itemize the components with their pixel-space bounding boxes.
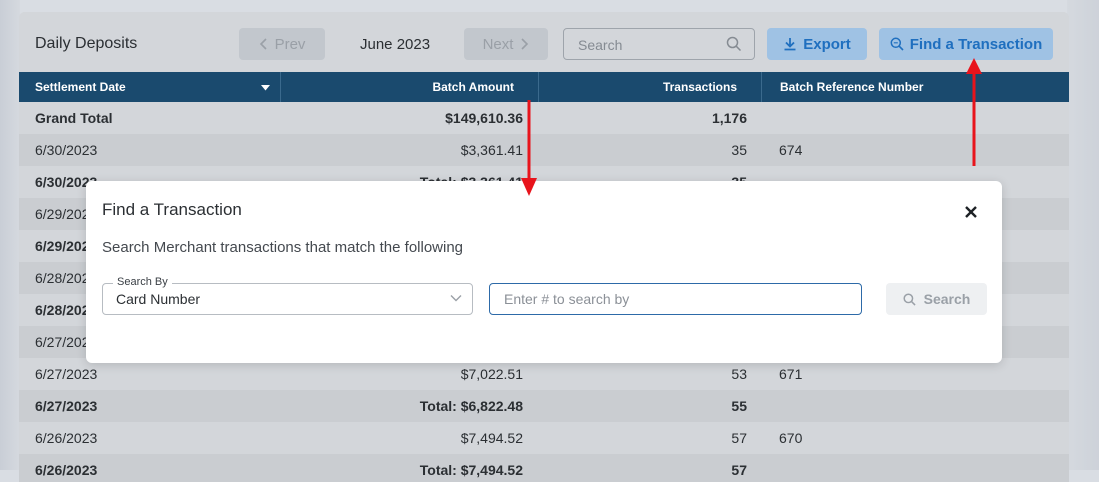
table-total-row: 6/26/2023 Total: $7,494.52 57 bbox=[19, 454, 1069, 482]
close-icon[interactable] bbox=[960, 201, 982, 223]
cell-amount: Total: $7,494.52 bbox=[419, 462, 523, 478]
prev-button[interactable]: Prev bbox=[239, 28, 325, 60]
cell-date: 6/30/2023 bbox=[35, 142, 98, 158]
search-input[interactable] bbox=[576, 35, 720, 55]
search-by-label: Search By bbox=[113, 276, 172, 288]
table-header: Settlement Date Batch Amount Transaction… bbox=[19, 72, 1069, 102]
transaction-number-input[interactable] bbox=[489, 283, 862, 315]
background-right bbox=[1067, 0, 1099, 470]
annotation-arrow-down-icon bbox=[521, 100, 537, 196]
next-label: Next bbox=[482, 35, 514, 53]
background-left bbox=[0, 0, 20, 470]
annotation-arrow-up-icon bbox=[966, 58, 982, 166]
cell-reference: 670 bbox=[779, 430, 803, 446]
dialog-search-button[interactable]: Search bbox=[886, 283, 987, 315]
sort-down-icon[interactable] bbox=[261, 85, 270, 91]
next-button[interactable]: Next bbox=[464, 28, 548, 60]
page-title: Daily Deposits bbox=[35, 35, 138, 52]
cell-amount: $3,361.41 bbox=[460, 142, 523, 158]
search-icon bbox=[903, 292, 916, 306]
dialog-search-label: Search bbox=[923, 291, 971, 307]
chevron-down-icon bbox=[450, 295, 462, 302]
cell-transactions: 57 bbox=[731, 430, 747, 446]
download-icon bbox=[784, 38, 796, 51]
cell-reference: 674 bbox=[779, 142, 803, 158]
grand-total-label: Grand Total bbox=[35, 110, 113, 126]
grand-total-transactions: 1,176 bbox=[711, 110, 747, 126]
chevron-left-icon bbox=[259, 38, 267, 50]
column-header-settlement-date[interactable]: Settlement Date bbox=[19, 72, 281, 102]
prev-label: Prev bbox=[274, 35, 306, 53]
table-total-row: 6/27/2023 Total: $6,822.48 55 bbox=[19, 390, 1069, 422]
column-header-batch-reference[interactable]: Batch Reference Number bbox=[762, 72, 1069, 102]
toolbar: Daily Deposits Prev June 2023 Next Expor… bbox=[19, 12, 1069, 72]
column-header-transactions[interactable]: Transactions bbox=[539, 72, 762, 102]
chevron-right-icon bbox=[521, 38, 529, 50]
cell-date: 6/27/2023 bbox=[35, 366, 98, 382]
column-header-label: Settlement Date bbox=[35, 80, 126, 94]
cell-transactions: 55 bbox=[731, 398, 747, 414]
cell-amount: Total: $6,822.48 bbox=[419, 398, 523, 414]
dialog-title: Find a Transaction bbox=[102, 200, 242, 219]
table-row: 6/30/2023 $3,361.41 35 674 bbox=[19, 134, 1069, 166]
export-button[interactable]: Export bbox=[767, 28, 867, 60]
cell-date: 6/27/2023 bbox=[35, 398, 98, 414]
column-header-batch-amount[interactable]: Batch Amount bbox=[281, 72, 539, 102]
grand-total-row: Grand Total $149,610.36 1,176 bbox=[19, 102, 1069, 134]
grand-total-amount: $149,610.36 bbox=[445, 110, 523, 126]
export-label: Export bbox=[803, 35, 851, 53]
cell-date: 6/26/2023 bbox=[35, 462, 98, 478]
find-transaction-dialog: Find a Transaction Search Merchant trans… bbox=[86, 181, 1002, 363]
search-box bbox=[563, 28, 755, 60]
cell-transactions: 57 bbox=[731, 462, 747, 478]
find-transaction-label: Find a Transaction bbox=[909, 35, 1043, 53]
current-month: June 2023 bbox=[360, 36, 431, 53]
search-icon bbox=[726, 36, 742, 52]
cell-date: 6/26/2023 bbox=[35, 430, 98, 446]
dialog-description: Search Merchant transactions that match … bbox=[102, 239, 464, 256]
search-by-value: Card Number bbox=[116, 291, 201, 307]
cell-transactions: 35 bbox=[731, 142, 747, 158]
table-row: 6/26/2023 $7,494.52 57 670 bbox=[19, 422, 1069, 454]
zoom-search-icon bbox=[890, 37, 904, 51]
search-by-select[interactable]: Search By Card Number bbox=[102, 276, 473, 315]
cell-amount: $7,494.52 bbox=[460, 430, 523, 446]
